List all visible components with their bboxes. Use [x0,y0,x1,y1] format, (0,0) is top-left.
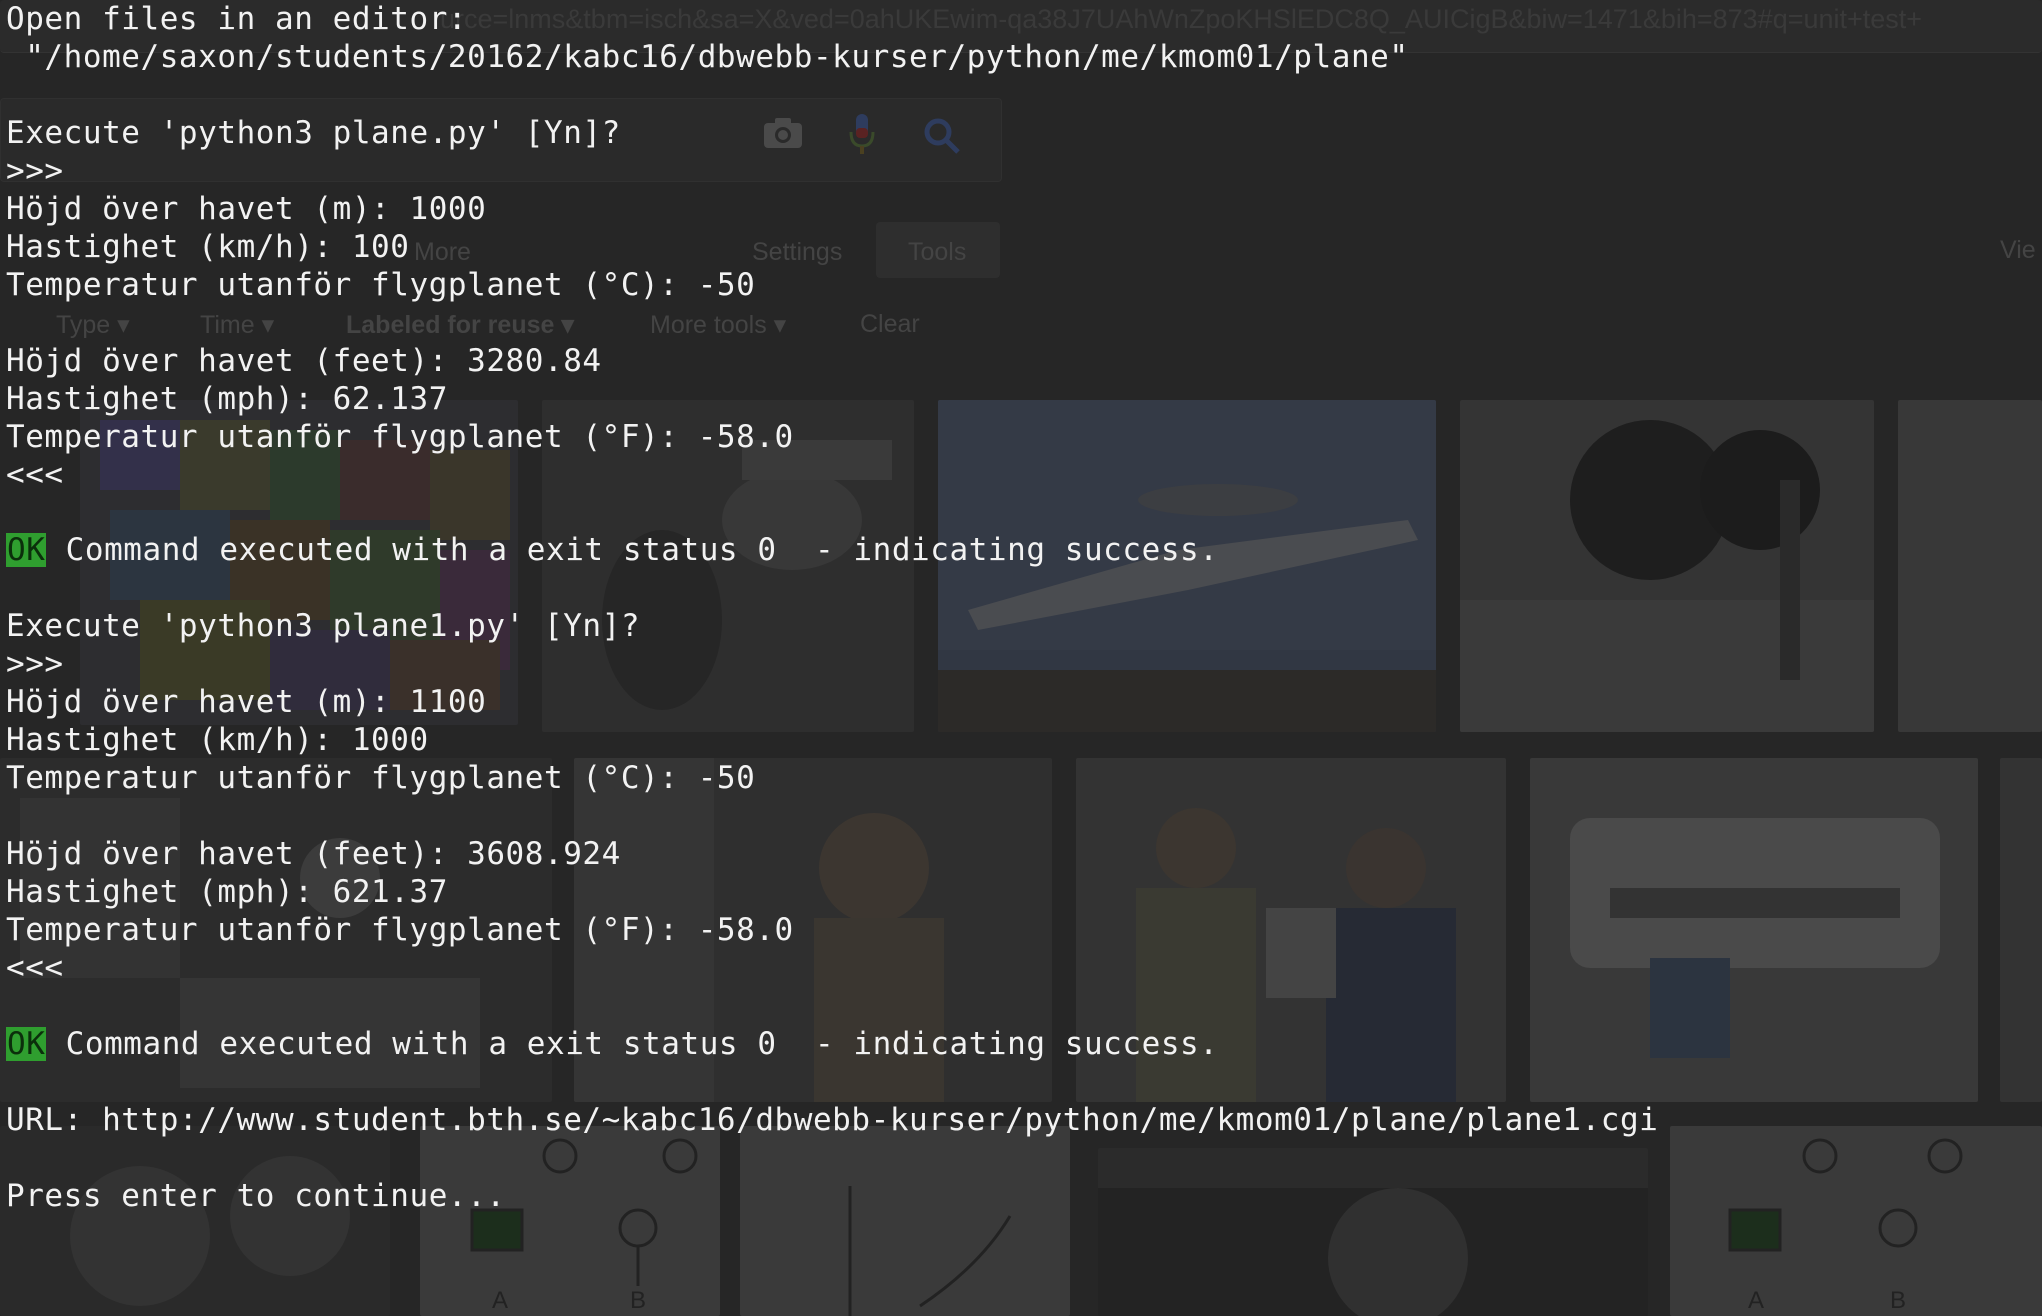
output-temp-c: Temperatur utanför flygplanet (°C): -50 [6,760,756,796]
terminal-output[interactable]: Open files in an editor: "/home/saxon/st… [0,0,2042,1316]
output-marker: <<< [6,457,64,493]
input-marker: >>> [6,153,64,189]
execute-prompt: Execute 'python3 plane.py' [Yn]? [6,115,621,151]
ok-badge: OK [6,532,47,568]
output-temp-f: Temperatur utanför flygplanet (°F): -58.… [6,419,794,455]
open-files-label: Open files in an editor: [6,1,468,37]
output-speed-kmh: Hastighet (km/h): 1000 [6,722,429,758]
open-files-path: "/home/saxon/students/20162/kabc16/dbweb… [6,39,1409,75]
continue-prompt: Press enter to continue... [6,1178,506,1214]
status-line: OK Command executed with a exit status 0… [6,1025,1218,1063]
output-temp-c: Temperatur utanför flygplanet (°C): -50 [6,267,756,303]
output-marker: <<< [6,950,64,986]
output-speed-kmh: Hastighet (km/h): 100 [6,229,410,265]
output-temp-f: Temperatur utanför flygplanet (°F): -58.… [6,912,794,948]
output-altitude-feet: Höjd över havet (feet): 3608.924 [6,836,621,872]
output-altitude-feet: Höjd över havet (feet): 3280.84 [6,343,602,379]
status-line: OK Command executed with a exit status 0… [6,531,1218,569]
output-speed-mph: Hastighet (mph): 62.137 [6,381,448,417]
status-message: Command executed with a exit status 0 - … [46,532,1219,568]
execute-prompt: Execute 'python3 plane1.py' [Yn]? [6,608,641,644]
output-altitude-m: Höjd över havet (m): 1000 [6,191,487,227]
output-altitude-m: Höjd över havet (m): 1100 [6,684,487,720]
status-message: Command executed with a exit status 0 - … [46,1026,1219,1062]
input-marker: >>> [6,646,64,682]
ok-badge: OK [6,1026,47,1062]
url-line[interactable]: URL: http://www.student.bth.se/~kabc16/d… [6,1101,1658,1139]
output-speed-mph: Hastighet (mph): 621.37 [6,874,448,910]
